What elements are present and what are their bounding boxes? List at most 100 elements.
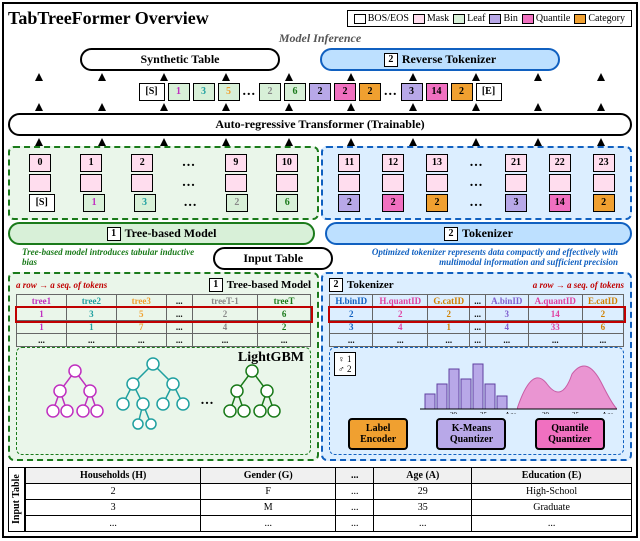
tokenizer-section-title: Tokenizer (347, 279, 394, 291)
tree-model-pill: 1 Tree-based Model (8, 222, 315, 245)
legend-category: Category (588, 13, 625, 24)
mask-token (80, 174, 102, 192)
pos-token: 2 (131, 154, 153, 172)
ellipsis: ... (470, 155, 484, 171)
pos-token: 9 (225, 154, 247, 172)
pos-token: 0 (29, 154, 51, 172)
mask-token (276, 174, 298, 192)
row-caption: a row → a seq. of tokens (533, 280, 624, 290)
leaf-token: 3 (134, 194, 156, 212)
kmeans-quantizer-box: K-Means Quantizer (436, 418, 506, 450)
pos-token: 11 (338, 154, 360, 172)
ellipsis: ... (384, 84, 398, 100)
bos-token: [S] (29, 194, 55, 212)
cat-token: 2 (593, 194, 615, 212)
num-1-box: 1 (209, 278, 223, 292)
leaf-token: 2 (226, 194, 248, 212)
leaf-token: 6 (284, 83, 306, 101)
mask-token (382, 174, 404, 192)
mask-token (225, 174, 247, 192)
legend-mask: Mask (427, 13, 449, 24)
mask-token (505, 174, 527, 192)
leaf-token: 2 (259, 83, 281, 101)
leaf-token: 6 (276, 194, 298, 212)
tree-section-title: Tree-based Model (227, 279, 311, 291)
lightgbm-label: LightGBM (238, 350, 304, 366)
leaf-token: 3 (193, 83, 215, 101)
num-2-box: 2 (329, 278, 343, 292)
ellipsis: ... (184, 195, 198, 211)
input-table: Households (H) Gender (G) ... Age (A) Ed… (25, 467, 632, 532)
svg-text:29: 29 (542, 411, 550, 414)
diagram-title: TabTreeFormer Overview (8, 8, 209, 29)
legend-bin: Bin (503, 13, 517, 24)
bin-token: 2 (338, 194, 360, 212)
pos-token: 23 (593, 154, 615, 172)
tokenizer-label: Tokenizer (462, 226, 513, 241)
quant-token: 14 (426, 83, 448, 101)
cat-token: 2 (426, 194, 448, 212)
quantile-quantizer-box: Quantile Quantizer (535, 418, 605, 450)
mask-token (426, 174, 448, 192)
input-table-block: Input Table Households (H) Gender (G) ..… (8, 467, 632, 532)
cat-token: 2 (451, 83, 473, 101)
input-table-pill: Input Table (213, 247, 333, 270)
svg-text:29: 29 (450, 411, 458, 414)
ellipsis: ... (182, 155, 196, 171)
pos-token: 1 (80, 154, 102, 172)
ellipsis: ... (182, 175, 196, 191)
eos-token: [E] (476, 83, 502, 101)
num-2-box: 2 (444, 227, 458, 241)
mask-token (29, 174, 51, 192)
ellipsis: ... (470, 175, 484, 191)
tree-detail-block: a row → a seq. of tokens 1 Tree-based Mo… (8, 272, 319, 461)
bos-token: [S] (139, 83, 165, 101)
leaf-token: 1 (168, 83, 190, 101)
legend: BOS/EOS Mask Leaf Bin Quantile Category (347, 10, 632, 27)
svg-text:Age: Age (505, 411, 517, 414)
output-token-row: [S] 1 3 5 ... 2 6 2 2 2 ... 3 14 2 [E] (8, 83, 632, 101)
ellipsis: ... (470, 195, 484, 211)
model-inference-label: Model Inference (279, 31, 361, 46)
tree-model-label: Tree-based Model (125, 226, 217, 241)
row-caption: a row → a seq. of tokens (16, 280, 107, 290)
bin-token: 3 (505, 194, 527, 212)
tree-icon (113, 356, 193, 446)
transformer-pill: Auto-regressive Transformer (Trainable) (8, 113, 632, 136)
reverse-tokenizer-label: Reverse Tokenizer (402, 52, 496, 67)
ellipsis: ... (243, 84, 257, 100)
svg-text:35: 35 (572, 411, 580, 414)
legend-quantile: Quantile (536, 13, 570, 24)
tokenizer-detail-block: 2 Tokenizer a row → a seq. of tokens H.b… (321, 272, 632, 461)
svg-text:Age: Age (602, 411, 614, 414)
tokenizer-pill: 2 Tokenizer (325, 222, 632, 245)
tokenizer-caption: Optimized tokenizer represents data comp… (337, 247, 618, 267)
density-icon: 29 35 Age (517, 354, 617, 414)
lightgbm-area: LightGBM (16, 347, 311, 455)
pos-token: 21 (505, 154, 527, 172)
mask-token (593, 174, 615, 192)
quant-token: 2 (334, 83, 356, 101)
tokenizer-input-block: 11 12 13 ... 21 22 23 ... 2 2 2 (321, 146, 632, 220)
tree-input-block: 0 1 2 ... 9 10 ... [S] 1 3 ... 2 (8, 146, 319, 220)
gender-m: ♂ 2 (338, 364, 352, 374)
tree-icon (222, 361, 282, 441)
cat-token: 2 (359, 83, 381, 101)
tabtreeformer-overview: TabTreeFormer Overview BOS/EOS Mask Leaf… (2, 2, 638, 538)
pos-token: 12 (382, 154, 404, 172)
gender-f: ♀ 1 (338, 354, 352, 364)
quantizer-area: ♀ 1 ♂ 2 29 35 Age (329, 347, 624, 455)
leaf-token: 5 (218, 83, 240, 101)
svg-text:35: 35 (480, 411, 488, 414)
tree-caption: Tree-based model introduces tabular indu… (22, 247, 209, 267)
tokenizer-output-table: H.binID H.quantID G.catID ... A.binID A.… (329, 294, 624, 347)
quant-token: 14 (549, 194, 571, 212)
synthetic-table-pill: Synthetic Table (80, 48, 280, 71)
pos-token: 22 (549, 154, 571, 172)
pos-token: 13 (426, 154, 448, 172)
tree-output-table: tree1 tree2 tree3 ... treeT-1 treeT 1 3 … (16, 294, 311, 347)
input-table-vlabel: Input Table (8, 467, 25, 532)
tree-icon (45, 361, 105, 441)
pos-token: 10 (276, 154, 298, 172)
ellipsis: ... (201, 393, 215, 409)
